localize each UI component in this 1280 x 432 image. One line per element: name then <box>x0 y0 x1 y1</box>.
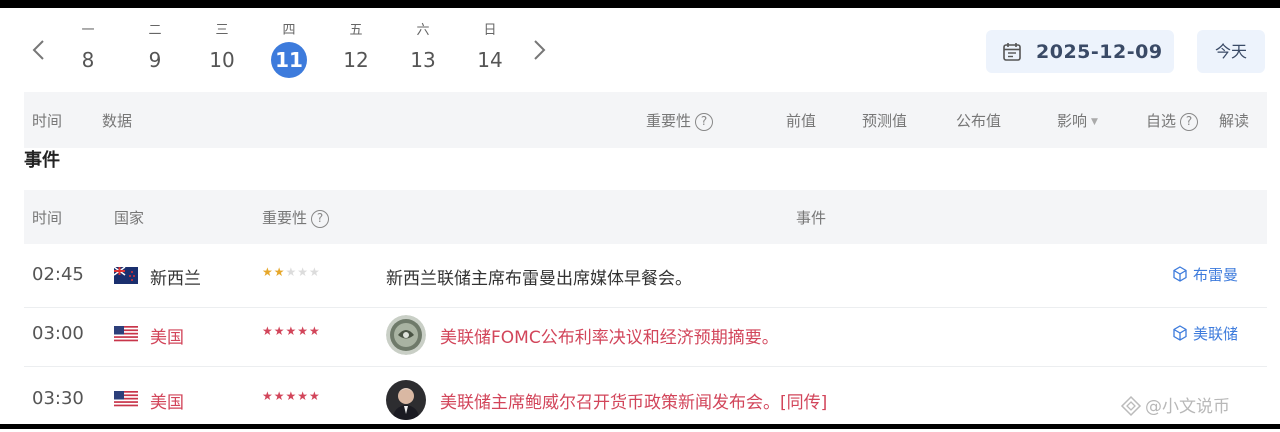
watermark: @小文说币 <box>1120 392 1230 417</box>
country-name: 美国 <box>150 323 184 348</box>
country-name: 美国 <box>150 388 184 413</box>
calendar-icon <box>1002 42 1022 62</box>
day-sat[interactable]: 六 13 <box>403 20 443 78</box>
day-number: 13 <box>403 42 443 78</box>
events-section-title: 事件 <box>24 146 60 172</box>
col-interpret: 解读 <box>1219 110 1249 131</box>
date-value: 2025-12-09 <box>1036 41 1163 63</box>
top-border <box>0 0 1280 8</box>
bottom-border <box>0 424 1280 429</box>
day-number: 10 <box>202 42 242 78</box>
col-impact[interactable]: 影响▼ <box>1057 110 1098 131</box>
day-thu-selected[interactable]: 四 11 <box>269 20 309 78</box>
cube-icon <box>1172 325 1188 341</box>
importance-stars: ★★★★★ <box>262 265 321 279</box>
day-number: 12 <box>336 42 376 78</box>
us-flag-icon <box>114 391 138 408</box>
new-zealand-flag-icon <box>114 267 138 284</box>
help-icon[interactable]: ? <box>695 113 713 131</box>
event-time: 03:30 <box>32 388 84 409</box>
event-title[interactable]: 新西兰联储主席布雷曼出席媒体早餐会。 <box>386 264 692 289</box>
help-icon[interactable]: ? <box>1180 113 1198 131</box>
day-mon[interactable]: 一 8 <box>68 20 108 78</box>
tag-link[interactable]: 布雷曼 <box>1172 264 1238 285</box>
us-flag-icon <box>114 326 138 343</box>
week-navigator: 一 8 二 9 三 10 四 11 五 12 六 13 日 14 <box>28 18 568 82</box>
events-table-header: 时间 国家 重要性? 事件 <box>24 190 1267 244</box>
day-tue[interactable]: 二 9 <box>135 20 175 78</box>
importance-stars: ★★★★★ <box>262 324 321 338</box>
weekday-label: 五 <box>336 20 376 42</box>
day-sun[interactable]: 日 14 <box>470 20 510 78</box>
col-previous: 前值 <box>786 110 816 131</box>
day-fri[interactable]: 五 12 <box>336 20 376 78</box>
fed-seal-image <box>386 315 426 355</box>
col-forecast: 预测值 <box>862 110 907 131</box>
day-number: 11 <box>271 42 307 78</box>
event-row[interactable]: 03:30 美国 ★★★★★ 美联储主席鲍威尔召开货币政策新闻发布会。[同传] <box>24 368 1267 432</box>
col-importance: 重要性? <box>262 207 329 228</box>
help-icon[interactable]: ? <box>311 210 329 228</box>
sort-caret-icon: ▼ <box>1091 117 1098 127</box>
day-number: 9 <box>135 42 175 78</box>
day-wed[interactable]: 三 10 <box>202 20 242 78</box>
event-time: 02:45 <box>32 264 84 285</box>
col-data: 数据 <box>102 110 132 131</box>
cube-icon <box>1172 266 1188 282</box>
data-table-header: 时间 数据 重要性? 前值 预测值 公布值 影响▼ 自选? 解读 <box>24 92 1267 148</box>
date-picker[interactable]: 2025-12-09 <box>986 30 1174 73</box>
country-name: 新西兰 <box>150 264 201 289</box>
col-event: 事件 <box>796 207 826 228</box>
col-actual: 公布值 <box>956 110 1001 131</box>
powell-avatar-image <box>386 380 426 420</box>
col-watchlist: 自选? <box>1146 110 1198 131</box>
today-button[interactable]: 今天 <box>1197 30 1265 73</box>
day-number: 8 <box>68 42 108 78</box>
event-row[interactable]: 03:00 美国 ★★★★★ 美联储FOMC公布利率决议和经济预期摘要。 美联储 <box>24 303 1267 367</box>
weekday-label: 一 <box>68 20 108 42</box>
prev-week-arrow-icon[interactable] <box>28 38 50 62</box>
day-number: 14 <box>470 42 510 78</box>
tag-link[interactable]: 美联储 <box>1172 323 1238 344</box>
col-importance: 重要性? <box>646 110 713 131</box>
event-title[interactable]: 美联储主席鲍威尔召开货币政策新闻发布会。[同传] <box>440 388 827 413</box>
next-week-arrow-icon[interactable] <box>528 38 550 62</box>
weekday-label: 六 <box>403 20 443 42</box>
col-time: 时间 <box>32 207 62 228</box>
weekday-label: 四 <box>269 20 309 42</box>
col-country: 国家 <box>114 207 144 228</box>
brand-logo-icon <box>1120 395 1142 417</box>
event-title[interactable]: 美联储FOMC公布利率决议和经济预期摘要。 <box>440 323 779 348</box>
weekday-label: 三 <box>202 20 242 42</box>
weekday-label: 二 <box>135 20 175 42</box>
importance-stars: ★★★★★ <box>262 389 321 403</box>
event-time: 03:00 <box>32 323 84 344</box>
weekday-label: 日 <box>470 20 510 42</box>
col-time: 时间 <box>32 110 62 131</box>
event-row[interactable]: 02:45 新西兰 ★★★★★ 新西兰联储主席布雷曼出席媒体早餐会。 布雷曼 <box>24 244 1267 308</box>
